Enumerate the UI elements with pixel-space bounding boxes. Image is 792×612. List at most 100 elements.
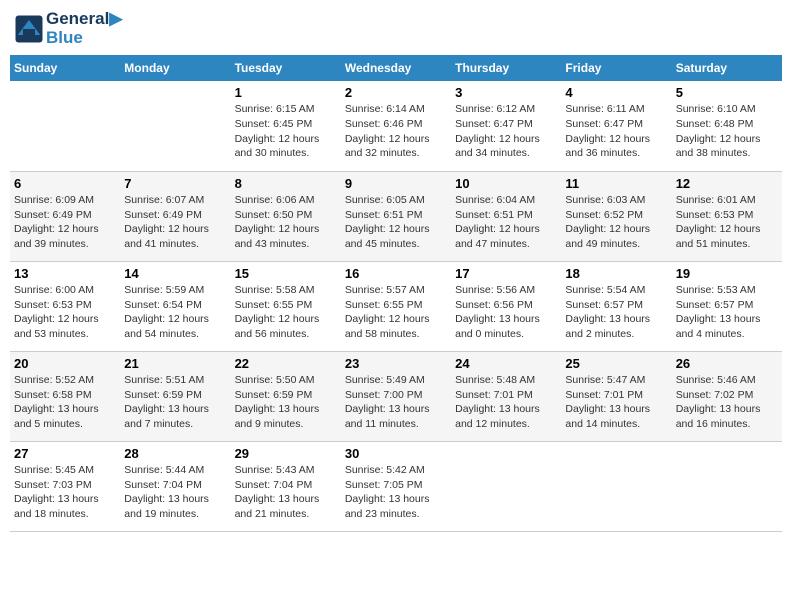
calendar-cell: 8Sunrise: 6:06 AM Sunset: 6:50 PM Daylig… xyxy=(231,171,341,261)
logo: General▶ Blue xyxy=(14,10,122,47)
weekday-header-tuesday: Tuesday xyxy=(231,55,341,81)
calendar-cell: 15 Sunrise: 5:58 AM Sunset: 6:55 PM Dayli… xyxy=(231,261,341,351)
day-number: 28 xyxy=(124,446,226,461)
calendar-cell: 29Sunrise: 5:43 AM Sunset: 7:04 PM Dayli… xyxy=(231,441,341,531)
day-info: Sunrise: 5:50 AM Sunset: 6:59 PM Dayligh… xyxy=(235,373,337,432)
day-info: Sunrise: 5:49 AM Sunset: 7:00 PM Dayligh… xyxy=(345,373,447,432)
day-number: 17 xyxy=(455,266,557,281)
weekday-header-wednesday: Wednesday xyxy=(341,55,451,81)
day-info: Sunrise: 5:53 AM Sunset: 6:57 PM Dayligh… xyxy=(676,283,778,342)
weekday-header-monday: Monday xyxy=(120,55,230,81)
calendar-cell: 5Sunrise: 6:10 AM Sunset: 6:48 PM Daylig… xyxy=(672,81,782,171)
day-number: 24 xyxy=(455,356,557,371)
day-info: Sunrise: 5:45 AM Sunset: 7:03 PM Dayligh… xyxy=(14,463,116,522)
day-number: 6 xyxy=(14,176,116,191)
day-info: Sunrise: 6:15 AM Sunset: 6:45 PM Dayligh… xyxy=(235,102,337,161)
week-row-1: 1 Sunrise: 6:15 AM Sunset: 6:45 PM Daylig… xyxy=(10,81,782,171)
week-row-2: 6 Sunrise: 6:09 AM Sunset: 6:49 PM Daylig… xyxy=(10,171,782,261)
day-number: 19 xyxy=(676,266,778,281)
calendar-cell: 1 Sunrise: 6:15 AM Sunset: 6:45 PM Daylig… xyxy=(231,81,341,171)
day-info: Sunrise: 5:51 AM Sunset: 6:59 PM Dayligh… xyxy=(124,373,226,432)
day-number: 30 xyxy=(345,446,447,461)
calendar-cell: 20 Sunrise: 5:52 AM Sunset: 6:58 PM Dayli… xyxy=(10,351,120,441)
day-info: Sunrise: 6:01 AM Sunset: 6:53 PM Dayligh… xyxy=(676,193,778,252)
day-info: Sunrise: 6:04 AM Sunset: 6:51 PM Dayligh… xyxy=(455,193,557,252)
calendar-cell: 21Sunrise: 5:51 AM Sunset: 6:59 PM Dayli… xyxy=(120,351,230,441)
day-number: 5 xyxy=(676,85,778,100)
day-info: Sunrise: 5:59 AM Sunset: 6:54 PM Dayligh… xyxy=(124,283,226,342)
calendar-cell: 22 Sunrise: 5:50 AM Sunset: 6:59 PM Dayli… xyxy=(231,351,341,441)
day-number: 7 xyxy=(124,176,226,191)
week-row-5: 27 Sunrise: 5:45 AM Sunset: 7:03 PM Dayli… xyxy=(10,441,782,531)
calendar-cell: 25 Sunrise: 5:47 AM Sunset: 7:01 PM Dayli… xyxy=(561,351,671,441)
day-info: Sunrise: 5:54 AM Sunset: 6:57 PM Dayligh… xyxy=(565,283,667,342)
day-number: 23 xyxy=(345,356,447,371)
calendar-cell: 3Sunrise: 6:12 AM Sunset: 6:47 PM Daylig… xyxy=(451,81,561,171)
calendar-cell: 7 Sunrise: 6:07 AM Sunset: 6:49 PM Daylig… xyxy=(120,171,230,261)
calendar-cell xyxy=(672,441,782,531)
weekday-header-row: SundayMondayTuesdayWednesdayThursdayFrid… xyxy=(10,55,782,81)
calendar-cell: 12 Sunrise: 6:01 AM Sunset: 6:53 PM Dayli… xyxy=(672,171,782,261)
calendar-cell: 10 Sunrise: 6:04 AM Sunset: 6:51 PM Dayli… xyxy=(451,171,561,261)
day-info: Sunrise: 6:09 AM Sunset: 6:49 PM Dayligh… xyxy=(14,193,116,252)
day-info: Sunrise: 5:47 AM Sunset: 7:01 PM Dayligh… xyxy=(565,373,667,432)
calendar-cell xyxy=(561,441,671,531)
weekday-header-thursday: Thursday xyxy=(451,55,561,81)
calendar-cell: 18Sunrise: 5:54 AM Sunset: 6:57 PM Dayli… xyxy=(561,261,671,351)
day-info: Sunrise: 6:14 AM Sunset: 6:46 PM Dayligh… xyxy=(345,102,447,161)
header: General▶ Blue xyxy=(10,10,782,47)
day-info: Sunrise: 5:58 AM Sunset: 6:55 PM Dayligh… xyxy=(235,283,337,342)
week-row-3: 13 Sunrise: 6:00 AM Sunset: 6:53 PM Dayli… xyxy=(10,261,782,351)
calendar-cell: 26 Sunrise: 5:46 AM Sunset: 7:02 PM Dayli… xyxy=(672,351,782,441)
logo-icon xyxy=(14,14,44,44)
calendar-cell: 23 Sunrise: 5:49 AM Sunset: 7:00 PM Dayli… xyxy=(341,351,451,441)
day-number: 13 xyxy=(14,266,116,281)
day-number: 1 xyxy=(235,85,337,100)
day-info: Sunrise: 6:03 AM Sunset: 6:52 PM Dayligh… xyxy=(565,193,667,252)
calendar-cell: 9 Sunrise: 6:05 AM Sunset: 6:51 PM Daylig… xyxy=(341,171,451,261)
day-info: Sunrise: 6:12 AM Sunset: 6:47 PM Dayligh… xyxy=(455,102,557,161)
calendar-cell: 27 Sunrise: 5:45 AM Sunset: 7:03 PM Dayli… xyxy=(10,441,120,531)
calendar-table: SundayMondayTuesdayWednesdayThursdayFrid… xyxy=(10,55,782,532)
calendar-cell: 24 Sunrise: 5:48 AM Sunset: 7:01 PM Dayli… xyxy=(451,351,561,441)
day-number: 22 xyxy=(235,356,337,371)
calendar-cell: 16 Sunrise: 5:57 AM Sunset: 6:55 PM Dayli… xyxy=(341,261,451,351)
day-info: Sunrise: 5:44 AM Sunset: 7:04 PM Dayligh… xyxy=(124,463,226,522)
weekday-header-sunday: Sunday xyxy=(10,55,120,81)
day-info: Sunrise: 5:42 AM Sunset: 7:05 PM Dayligh… xyxy=(345,463,447,522)
calendar-cell: 28 Sunrise: 5:44 AM Sunset: 7:04 PM Dayli… xyxy=(120,441,230,531)
day-info: Sunrise: 5:48 AM Sunset: 7:01 PM Dayligh… xyxy=(455,373,557,432)
day-number: 26 xyxy=(676,356,778,371)
day-info: Sunrise: 5:46 AM Sunset: 7:02 PM Dayligh… xyxy=(676,373,778,432)
day-info: Sunrise: 6:00 AM Sunset: 6:53 PM Dayligh… xyxy=(14,283,116,342)
day-info: Sunrise: 5:57 AM Sunset: 6:55 PM Dayligh… xyxy=(345,283,447,342)
day-number: 15 xyxy=(235,266,337,281)
day-number: 4 xyxy=(565,85,667,100)
day-number: 16 xyxy=(345,266,447,281)
day-number: 25 xyxy=(565,356,667,371)
calendar-cell: 2Sunrise: 6:14 AM Sunset: 6:46 PM Daylig… xyxy=(341,81,451,171)
weekday-header-saturday: Saturday xyxy=(672,55,782,81)
calendar-cell xyxy=(451,441,561,531)
day-number: 20 xyxy=(14,356,116,371)
calendar-cell: 17 Sunrise: 5:56 AM Sunset: 6:56 PM Dayli… xyxy=(451,261,561,351)
calendar-cell: 4Sunrise: 6:11 AM Sunset: 6:47 PM Daylig… xyxy=(561,81,671,171)
calendar-cell: 30 Sunrise: 5:42 AM Sunset: 7:05 PM Dayli… xyxy=(341,441,451,531)
day-number: 27 xyxy=(14,446,116,461)
day-number: 9 xyxy=(345,176,447,191)
day-info: Sunrise: 6:05 AM Sunset: 6:51 PM Dayligh… xyxy=(345,193,447,252)
day-info: Sunrise: 6:07 AM Sunset: 6:49 PM Dayligh… xyxy=(124,193,226,252)
day-number: 12 xyxy=(676,176,778,191)
calendar-cell: 11Sunrise: 6:03 AM Sunset: 6:52 PM Dayli… xyxy=(561,171,671,261)
day-info: Sunrise: 5:56 AM Sunset: 6:56 PM Dayligh… xyxy=(455,283,557,342)
day-number: 29 xyxy=(235,446,337,461)
day-info: Sunrise: 6:06 AM Sunset: 6:50 PM Dayligh… xyxy=(235,193,337,252)
day-info: Sunrise: 5:52 AM Sunset: 6:58 PM Dayligh… xyxy=(14,373,116,432)
weekday-header-friday: Friday xyxy=(561,55,671,81)
day-number: 10 xyxy=(455,176,557,191)
logo-text: General▶ Blue xyxy=(46,10,122,47)
calendar-cell: 13 Sunrise: 6:00 AM Sunset: 6:53 PM Dayli… xyxy=(10,261,120,351)
calendar-cell xyxy=(120,81,230,171)
calendar-cell: 19 Sunrise: 5:53 AM Sunset: 6:57 PM Dayli… xyxy=(672,261,782,351)
week-row-4: 20 Sunrise: 5:52 AM Sunset: 6:58 PM Dayli… xyxy=(10,351,782,441)
